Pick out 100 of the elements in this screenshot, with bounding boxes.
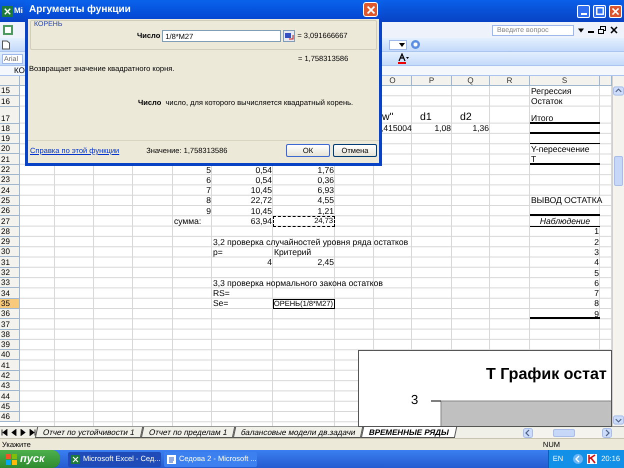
table-cell: 1 bbox=[594, 227, 599, 236]
row-header[interactable]: 27 bbox=[0, 216, 20, 227]
maximize-icon[interactable] bbox=[596, 7, 604, 15]
scroll-up-icon[interactable] bbox=[613, 86, 624, 96]
name-box[interactable]: КО bbox=[14, 66, 25, 76]
row-header[interactable]: 23 bbox=[0, 175, 20, 186]
column-header[interactable]: P bbox=[412, 76, 452, 86]
table-cell: 2 bbox=[594, 238, 599, 247]
row-header[interactable]: 25 bbox=[0, 196, 20, 206]
row-header[interactable]: 39 bbox=[0, 340, 20, 350]
table-cell: 7 bbox=[594, 289, 599, 298]
row-header[interactable]: 38 bbox=[0, 330, 20, 340]
excel-icon bbox=[2, 6, 13, 16]
row-header[interactable]: 46 bbox=[0, 412, 20, 422]
zoom-box[interactable] bbox=[389, 40, 407, 50]
row-header[interactable]: 22 bbox=[0, 164, 20, 176]
close-button[interactable] bbox=[363, 2, 378, 17]
row-header[interactable]: 26 bbox=[0, 206, 20, 216]
scroll-down-icon[interactable] bbox=[613, 415, 624, 425]
table-cell: 4 bbox=[267, 258, 272, 268]
windows-logo-icon bbox=[6, 454, 17, 464]
row-header[interactable]: 28 bbox=[0, 226, 20, 237]
chevron-icon[interactable] bbox=[573, 454, 584, 464]
row-header[interactable]: 34 bbox=[0, 288, 20, 299]
table-cell: 1,76 bbox=[317, 166, 334, 175]
scroll-thumb[interactable] bbox=[614, 156, 623, 186]
column-header[interactable]: R bbox=[490, 76, 530, 86]
table-cell: w" bbox=[382, 110, 394, 123]
window-title: Mi bbox=[14, 5, 23, 17]
sheet-tab[interactable]: Отчет по устойчивости 1 bbox=[34, 427, 143, 438]
sheet-tab[interactable]: балансовые модели дв.задачи bbox=[232, 427, 364, 438]
row-header[interactable]: 44 bbox=[0, 391, 20, 402]
sheet-tab[interactable]: ВРЕМЕННЫЕ РЯДЫ bbox=[361, 427, 458, 438]
row-header[interactable]: 29 bbox=[0, 236, 20, 248]
table-cell: сумма: bbox=[174, 217, 202, 226]
row-header[interactable]: 21 bbox=[0, 154, 20, 165]
row-header[interactable]: 19 bbox=[0, 134, 20, 144]
row-header[interactable]: 42 bbox=[0, 370, 20, 382]
row-header[interactable]: 40 bbox=[0, 350, 20, 360]
help-icon[interactable] bbox=[411, 40, 420, 49]
minimize-icon[interactable] bbox=[580, 12, 586, 14]
horizontal-scrollbar[interactable] bbox=[523, 428, 612, 438]
table-cell: Наблюдение bbox=[540, 217, 590, 226]
row-header[interactable]: 43 bbox=[0, 381, 20, 392]
close-button[interactable] bbox=[609, 4, 622, 18]
row-header[interactable]: 37 bbox=[0, 319, 20, 330]
spreadsheet-icon bbox=[71, 454, 80, 464]
row-header[interactable]: 31 bbox=[0, 257, 20, 268]
row-header[interactable]: 15 bbox=[0, 86, 20, 96]
scroll-left-icon[interactable] bbox=[523, 428, 533, 438]
table-cell: 6,93 bbox=[317, 186, 334, 196]
restore-icon[interactable] bbox=[598, 26, 606, 34]
close-icon[interactable] bbox=[610, 26, 618, 34]
row-header[interactable]: 35 bbox=[0, 298, 20, 309]
row-header[interactable]: 24 bbox=[0, 185, 20, 196]
table-cell: 2,45 bbox=[317, 258, 334, 268]
row-header[interactable]: 20 bbox=[0, 144, 20, 154]
collapse-dialog-icon[interactable] bbox=[283, 30, 296, 42]
vertical-scrollbar[interactable] bbox=[612, 76, 624, 426]
table-cell: Регрессия bbox=[531, 86, 572, 96]
dropdown-icon[interactable] bbox=[399, 42, 405, 46]
axis-tick-label: 3 bbox=[411, 393, 418, 407]
table-cell: ,415004 bbox=[381, 124, 412, 134]
tab-scroll-icon[interactable] bbox=[0, 429, 8, 436]
dropdown-icon[interactable] bbox=[578, 28, 584, 32]
table-cell: 6 bbox=[594, 278, 599, 288]
new-file-icon[interactable] bbox=[2, 40, 10, 50]
row-header[interactable]: 36 bbox=[0, 308, 20, 320]
font-color-icon[interactable] bbox=[397, 53, 409, 64]
table-cell: 22,72 bbox=[250, 196, 272, 206]
table-cell: p= bbox=[213, 248, 223, 257]
tab-scroll-icon[interactable] bbox=[28, 429, 36, 436]
table-cell: 0,54 bbox=[255, 166, 272, 175]
table-cell: Остаток bbox=[531, 97, 562, 106]
table-cell: 4,55 bbox=[317, 196, 334, 206]
row-header[interactable]: 16 bbox=[0, 96, 20, 107]
sheet-icon[interactable] bbox=[2, 24, 14, 36]
row-header[interactable]: 33 bbox=[0, 278, 20, 288]
table-cell: Se= bbox=[213, 299, 228, 308]
row-header[interactable]: 45 bbox=[0, 402, 20, 412]
maximize-button[interactable] bbox=[593, 4, 606, 18]
column-header[interactable]: S bbox=[530, 76, 600, 86]
row-header[interactable]: 30 bbox=[0, 247, 20, 258]
sheet-tab[interactable]: Отчет по пределам 1 bbox=[140, 427, 236, 438]
column-header[interactable]: Q bbox=[452, 76, 490, 86]
scroll-right-icon[interactable] bbox=[602, 428, 612, 438]
antivirus-icon[interactable] bbox=[587, 454, 598, 464]
table-cell: 1,08 bbox=[434, 124, 451, 134]
scroll-thumb[interactable] bbox=[553, 428, 575, 436]
dialog-title: Аргументы функции bbox=[29, 3, 131, 17]
row-header[interactable]: 17 bbox=[0, 106, 20, 124]
table-cell: T bbox=[531, 155, 536, 164]
row-header[interactable]: 41 bbox=[0, 360, 20, 371]
row-header[interactable]: 18 bbox=[0, 124, 20, 134]
table-cell: ВЫВОД ОСТАТКА bbox=[531, 196, 602, 206]
minimize-button[interactable] bbox=[577, 4, 590, 18]
row-header[interactable]: 32 bbox=[0, 268, 20, 278]
table-cell: 0,36 bbox=[317, 176, 334, 185]
table-cell: 9 bbox=[594, 310, 599, 319]
table-cell: 9 bbox=[206, 206, 211, 216]
